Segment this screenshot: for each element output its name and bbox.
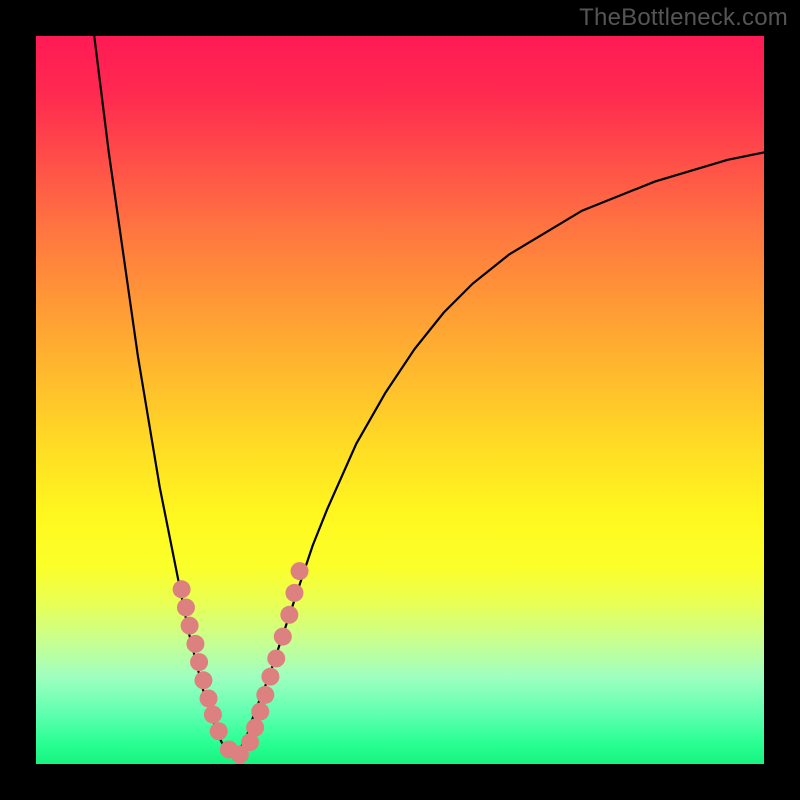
data-point	[256, 686, 274, 704]
data-point	[291, 562, 309, 580]
data-point	[267, 649, 285, 667]
data-point	[285, 584, 303, 602]
left-curve	[94, 36, 232, 757]
data-point	[274, 628, 292, 646]
data-point	[177, 598, 195, 616]
chart-svg	[36, 36, 764, 764]
chart-frame: TheBottleneck.com	[0, 0, 800, 800]
data-point	[204, 706, 222, 724]
right-curve	[233, 152, 764, 756]
dot-cluster	[173, 562, 309, 763]
data-point	[200, 689, 218, 707]
plot-area	[36, 36, 764, 764]
data-point	[181, 617, 199, 635]
data-point	[194, 671, 212, 689]
data-point	[173, 580, 191, 598]
watermark-text: TheBottleneck.com	[579, 4, 788, 32]
data-point	[210, 722, 228, 740]
data-point	[251, 703, 269, 721]
data-point	[246, 719, 264, 737]
data-point	[261, 668, 279, 686]
data-point	[186, 635, 204, 653]
data-point	[280, 606, 298, 624]
data-point	[190, 653, 208, 671]
